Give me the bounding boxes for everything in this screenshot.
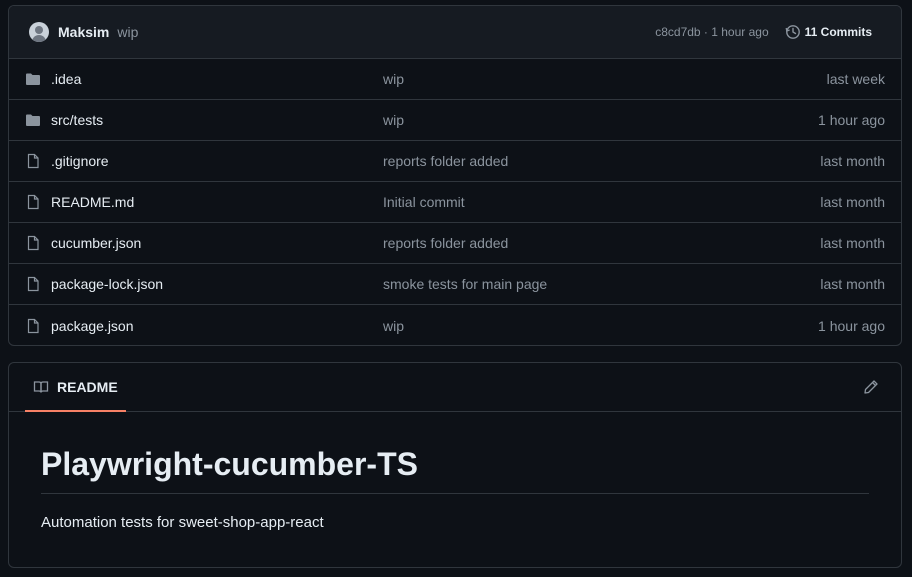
- file-browser: Maksim wip c8cd7db · 1 hour ago 11 Commi…: [8, 5, 902, 346]
- file-commit-message[interactable]: smoke tests for main page: [383, 276, 820, 292]
- file-row[interactable]: .gitignore reports folder added last month: [9, 141, 901, 182]
- file-commit-message[interactable]: reports folder added: [383, 153, 820, 169]
- history-icon: [785, 25, 800, 39]
- avatar[interactable]: [29, 22, 49, 42]
- file-icon: [27, 235, 39, 251]
- folder-icon-wrap: [25, 112, 43, 128]
- file-row[interactable]: src/tests wip 1 hour ago: [9, 100, 901, 141]
- file-name[interactable]: package.json: [51, 318, 383, 334]
- readme-tab-label: README: [57, 379, 118, 395]
- file-row[interactable]: README.md Initial commit last month: [9, 182, 901, 223]
- file-icon-wrap: [25, 194, 43, 210]
- file-date: last month: [820, 153, 885, 169]
- file-icon-wrap: [25, 276, 43, 292]
- file-name[interactable]: cucumber.json: [51, 235, 383, 251]
- pencil-icon: [864, 380, 878, 394]
- readme-title: Playwright-cucumber-TS: [41, 446, 869, 494]
- readme-panel: README Playwright-cucumber-TS Automation…: [8, 362, 902, 568]
- file-list: .idea wip last week src/tests wip 1 hour ago.…: [9, 59, 901, 345]
- file-icon: [27, 153, 39, 169]
- file-commit-message[interactable]: wip: [383, 318, 818, 334]
- readme-content: Playwright-cucumber-TS Automation tests …: [9, 446, 901, 531]
- file-row[interactable]: package.json wip 1 hour ago: [9, 305, 901, 345]
- file-icon: [27, 194, 39, 210]
- commit-author[interactable]: Maksim: [58, 24, 109, 40]
- folder-icon: [26, 73, 40, 85]
- file-commit-message[interactable]: wip: [383, 71, 827, 87]
- commits-link[interactable]: 11 Commits: [785, 24, 872, 40]
- file-name[interactable]: README.md: [51, 194, 383, 210]
- file-commit-message[interactable]: Initial commit: [383, 194, 820, 210]
- latest-commit-bar: Maksim wip c8cd7db · 1 hour ago 11 Commi…: [9, 6, 901, 59]
- file-row[interactable]: .idea wip last week: [9, 59, 901, 100]
- file-date: last month: [820, 194, 885, 210]
- folder-icon-wrap: [25, 71, 43, 87]
- file-date: 1 hour ago: [818, 317, 885, 334]
- file-row[interactable]: package-lock.json smoke tests for main pa…: [9, 264, 901, 305]
- file-icon-wrap: [25, 235, 43, 251]
- file-date: last week: [826, 71, 885, 87]
- file-date: last month: [820, 235, 885, 251]
- file-date: 1 hour ago: [818, 112, 885, 128]
- file-icon-wrap: [25, 153, 43, 169]
- file-name[interactable]: .idea: [51, 71, 383, 87]
- readme-header: README: [9, 363, 901, 412]
- folder-icon: [26, 114, 40, 126]
- file-date: last month: [820, 276, 885, 292]
- book-icon: [33, 381, 49, 393]
- file-icon: [27, 318, 39, 333]
- file-row[interactable]: cucumber.json reports folder added last mo…: [9, 223, 901, 264]
- file-commit-message[interactable]: wip: [383, 112, 818, 128]
- file-name[interactable]: .gitignore: [51, 153, 383, 169]
- file-icon: [27, 276, 39, 292]
- file-name[interactable]: package-lock.json: [51, 276, 383, 292]
- commit-message[interactable]: wip: [117, 24, 138, 40]
- readme-description: Automation tests for sweet-shop-app-reac…: [41, 514, 324, 531]
- commit-sha-time[interactable]: c8cd7db · 1 hour ago: [655, 25, 768, 39]
- commits-count-label: 11 Commits: [804, 25, 872, 39]
- file-commit-message[interactable]: reports folder added: [383, 235, 820, 251]
- file-icon-wrap: [25, 318, 43, 334]
- file-name[interactable]: src/tests: [51, 112, 383, 128]
- readme-tab[interactable]: README: [25, 363, 126, 412]
- edit-readme-button[interactable]: [863, 379, 879, 395]
